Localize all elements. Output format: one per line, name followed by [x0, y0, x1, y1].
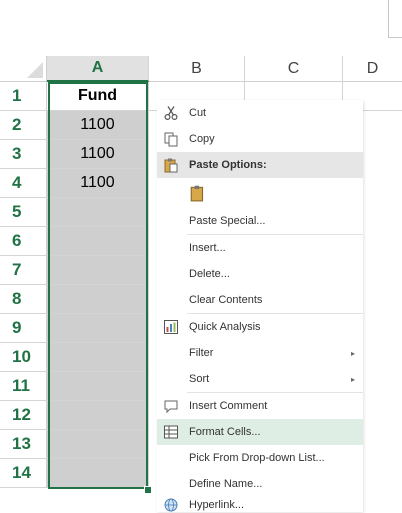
menu-label-sort: Sort: [189, 373, 210, 385]
hyperlink-icon: [164, 498, 178, 512]
row-header[interactable]: 1: [0, 82, 47, 111]
submenu-arrow-icon: ▸: [350, 348, 355, 358]
cell-a3[interactable]: 1100: [47, 140, 149, 169]
formula-bar-area: [0, 0, 402, 56]
cell-a7[interactable]: [47, 256, 149, 285]
cell-a6[interactable]: [47, 227, 149, 256]
comment-icon: [164, 400, 178, 414]
menu-item-cut[interactable]: Cut: [157, 100, 363, 126]
copy-icon: [164, 132, 178, 147]
cell-a2[interactable]: 1100: [47, 111, 149, 140]
cell-a11[interactable]: [47, 372, 149, 401]
paste-icon: [164, 158, 178, 173]
scissors-icon: [164, 106, 178, 121]
menu-item-clear-contents[interactable]: Clear Contents: [157, 287, 363, 313]
column-header-b[interactable]: B: [149, 56, 245, 82]
column-header-a[interactable]: A: [47, 56, 149, 82]
row-header[interactable]: 4: [0, 169, 47, 198]
menu-header-paste-options: Paste Options:: [157, 152, 363, 178]
cell-a1[interactable]: Fund: [47, 82, 149, 111]
paste-option-button[interactable]: [157, 178, 363, 208]
select-all-triangle-icon: [27, 62, 43, 78]
menu-item-quick-analysis[interactable]: Quick Analysis: [157, 314, 363, 340]
row-header[interactable]: 10: [0, 343, 47, 372]
row-header[interactable]: 14: [0, 459, 47, 488]
row-header[interactable]: 9: [0, 314, 47, 343]
menu-item-hyperlink[interactable]: Hyperlink...: [157, 497, 363, 512]
submenu-arrow-icon: ▸: [350, 374, 355, 384]
cell-a8[interactable]: [47, 285, 149, 314]
row-header[interactable]: 5: [0, 198, 47, 227]
cell-a14[interactable]: [47, 459, 149, 488]
menu-item-insert-comment[interactable]: Insert Comment: [157, 393, 363, 419]
column-header-c[interactable]: C: [245, 56, 343, 82]
menu-item-insert[interactable]: Insert...: [157, 235, 363, 261]
menu-item-sort[interactable]: Sort ▸: [157, 366, 363, 392]
cell-a13[interactable]: [47, 430, 149, 459]
quick-analysis-icon: [164, 320, 178, 334]
fill-handle[interactable]: [144, 486, 152, 494]
row-header[interactable]: 13: [0, 430, 47, 459]
menu-item-copy[interactable]: Copy: [157, 126, 363, 152]
row-header[interactable]: 11: [0, 372, 47, 401]
menu-label-paste-options: Paste Options:: [189, 159, 267, 171]
formula-input[interactable]: [388, 0, 402, 38]
format-cells-icon: [164, 425, 178, 439]
menu-label-define-name: Define Name...: [189, 478, 263, 490]
menu-item-define-name[interactable]: Define Name...: [157, 471, 363, 497]
row-header[interactable]: 8: [0, 285, 47, 314]
row-header[interactable]: 6: [0, 227, 47, 256]
cell-a9[interactable]: [47, 314, 149, 343]
row-header[interactable]: 12: [0, 401, 47, 430]
cell-a5[interactable]: [47, 198, 149, 227]
menu-item-delete[interactable]: Delete...: [157, 261, 363, 287]
menu-label-delete: Delete...: [189, 268, 230, 280]
menu-label-cut: Cut: [189, 107, 207, 119]
context-menu: Cut Copy Paste Options: Paste Special...…: [157, 100, 363, 512]
menu-label-filter: Filter: [189, 347, 214, 359]
menu-label-quick-analysis: Quick Analysis: [189, 321, 261, 333]
cell-a4[interactable]: 1100: [47, 169, 149, 198]
menu-item-pick-from-list[interactable]: Pick From Drop-down List...: [157, 445, 363, 471]
menu-item-paste-special[interactable]: Paste Special...: [157, 208, 363, 234]
menu-item-format-cells[interactable]: Format Cells...: [157, 419, 363, 445]
menu-item-filter[interactable]: Filter ▸: [157, 340, 363, 366]
select-all-corner[interactable]: [0, 56, 47, 82]
column-header-d[interactable]: D: [343, 56, 402, 82]
row-header[interactable]: 3: [0, 140, 47, 169]
paste-clipboard-icon: [190, 185, 204, 202]
menu-label-pick-from-list: Pick From Drop-down List...: [189, 452, 325, 464]
menu-label-clear-contents: Clear Contents: [189, 294, 263, 306]
menu-label-format-cells: Format Cells...: [189, 426, 261, 438]
cell-a10[interactable]: [47, 343, 149, 372]
row-header[interactable]: 7: [0, 256, 47, 285]
menu-label-insert-comment: Insert Comment: [189, 400, 268, 412]
menu-label-insert: Insert...: [189, 242, 226, 254]
row-header[interactable]: 2: [0, 111, 47, 140]
cell-a12[interactable]: [47, 401, 149, 430]
menu-label-copy: Copy: [189, 133, 215, 145]
menu-label-paste-special: Paste Special...: [189, 215, 266, 227]
menu-label-hyperlink: Hyperlink...: [189, 498, 245, 511]
